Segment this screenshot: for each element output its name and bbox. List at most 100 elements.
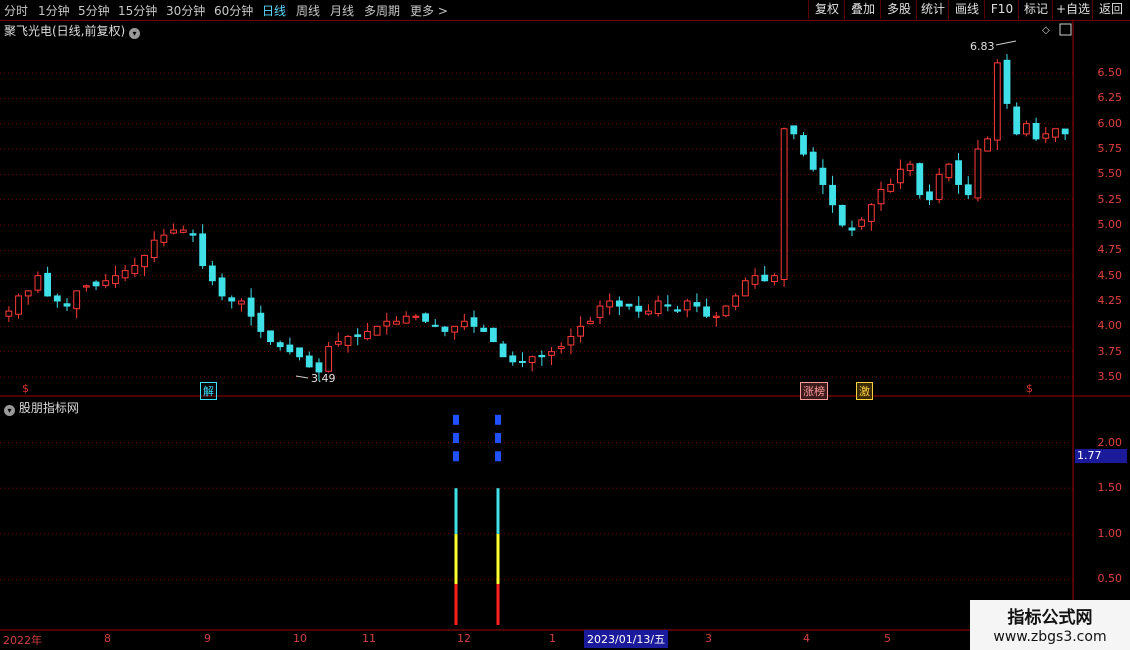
candle-body [664,304,672,307]
add-watchlist-button[interactable]: +自选 [1052,0,1093,19]
chevron-down-icon[interactable]: ▾ [129,28,141,39]
price-tick-label: 5.75 [1097,142,1123,155]
price-tick-label: 6.50 [1097,66,1123,79]
event-marker-dividend[interactable]: $ [20,382,31,395]
candle-body [577,325,585,337]
candle-body [858,219,866,227]
candle-body [296,347,303,358]
date-label: 12 [457,632,471,645]
candle-body [926,191,933,201]
price-tick-label: 5.25 [1097,192,1123,206]
candle-body [63,303,71,307]
price-tick-label: 3.75 [1097,344,1123,358]
draw-line-button[interactable]: 画线 [948,0,985,19]
candle-body [267,330,274,343]
indicator-tick-label: 1.00 [1097,526,1123,540]
candle-body [557,346,565,350]
event-marker-incentive[interactable]: 激 [856,382,873,400]
signal-bar-segment [496,583,500,625]
candle-body [838,204,846,226]
candle-body [393,320,400,325]
candle-body [654,300,662,315]
period-60min[interactable]: 60分钟 [214,2,253,19]
event-marker-unlock[interactable]: 解 [200,382,217,400]
period-multi[interactable]: 多周期 [364,2,400,19]
candle-body [24,290,32,297]
overlay-button[interactable]: 叠加 [844,0,881,19]
event-marker-limitup[interactable]: 涨榜 [800,382,828,400]
indicator-tick-label: 0.50 [1097,572,1123,586]
signal-bar-segment [496,533,500,584]
f10-button[interactable]: F10 [984,0,1019,19]
candle-body [935,173,943,200]
high-label: 6.83 [970,40,995,53]
candle-body [741,280,749,297]
back-button[interactable]: 返回 [1092,0,1129,19]
candle-body [867,204,875,222]
candle-body [722,305,730,317]
candle-body [974,148,982,199]
candle-body [228,297,236,302]
price-tick-label: 4.50 [1097,268,1123,282]
candle-body [489,327,497,343]
chevron-down-icon[interactable]: ▾ [4,405,15,416]
candle-body [73,290,81,310]
multistock-button[interactable]: 多股 [880,0,917,19]
price-chart[interactable]: 6.83 3.49 ◇ [0,0,1130,650]
period-30min[interactable]: 30分钟 [166,2,205,19]
period-fenshi[interactable]: 分时 [4,2,28,19]
candle-body [257,312,265,332]
price-tick-label: 4.75 [1097,243,1123,257]
period-15min[interactable]: 15分钟 [118,2,157,19]
date-label: 10 [293,632,307,645]
period-5min[interactable]: 5分钟 [78,2,110,19]
candle-body [5,310,13,317]
period-more[interactable]: 更多 > [410,2,448,19]
candle-body [364,330,371,340]
period-weekly[interactable]: 周线 [296,2,320,19]
indicator-title[interactable]: ▾ 股朋指标网 [4,399,79,416]
date-label: 9 [204,632,211,645]
candle-body [1032,122,1040,140]
candle-body [82,285,90,288]
candle-body [238,300,245,305]
candle-body [431,324,439,327]
indicator-title-text: 股朋指标网 [18,401,79,415]
stats-button[interactable]: 统计 [916,0,949,19]
candle-body [199,233,207,267]
candle-body [625,303,633,307]
candle-body [596,305,604,318]
candle-body [586,320,594,325]
fuquan-button[interactable]: 复权 [808,0,845,19]
date-label: 11 [362,632,376,645]
price-tick-label: 3.50 [1097,370,1123,383]
candle-body [53,295,61,302]
chart-title[interactable]: 聚飞光电(日线,前复权) ▾ [4,22,141,39]
diamond-icon: ◇ [1042,25,1050,36]
low-label: 3.49 [311,372,336,385]
candle-body [305,355,313,368]
candle-body [955,160,962,185]
signal-bar-segment [496,488,500,534]
candle-body [528,356,536,363]
price-tick-label: 6.00 [1097,116,1123,130]
high-arrow [995,40,1017,46]
date-label: 5 [884,632,891,645]
candle-body [567,335,575,346]
date-label: 8 [104,632,111,645]
period-monthly[interactable]: 月线 [330,2,354,19]
candle-body [984,138,992,152]
period-daily[interactable]: 日线 [262,2,286,19]
event-marker-dividend-2[interactable]: $ [1024,382,1035,395]
date-label: 2022年 [3,634,42,647]
candle-body [790,125,798,135]
mark-button[interactable]: 标记 [1018,0,1053,19]
candle-body [548,351,555,356]
price-tick-label: 4.25 [1097,294,1123,307]
candle-body [1022,123,1030,135]
candle-body [848,227,856,231]
date-cursor-label: 2023/01/13/五 [584,630,669,648]
price-tick-label: 5.50 [1097,167,1123,181]
candle-body [208,265,216,282]
period-1min[interactable]: 1分钟 [38,2,70,19]
